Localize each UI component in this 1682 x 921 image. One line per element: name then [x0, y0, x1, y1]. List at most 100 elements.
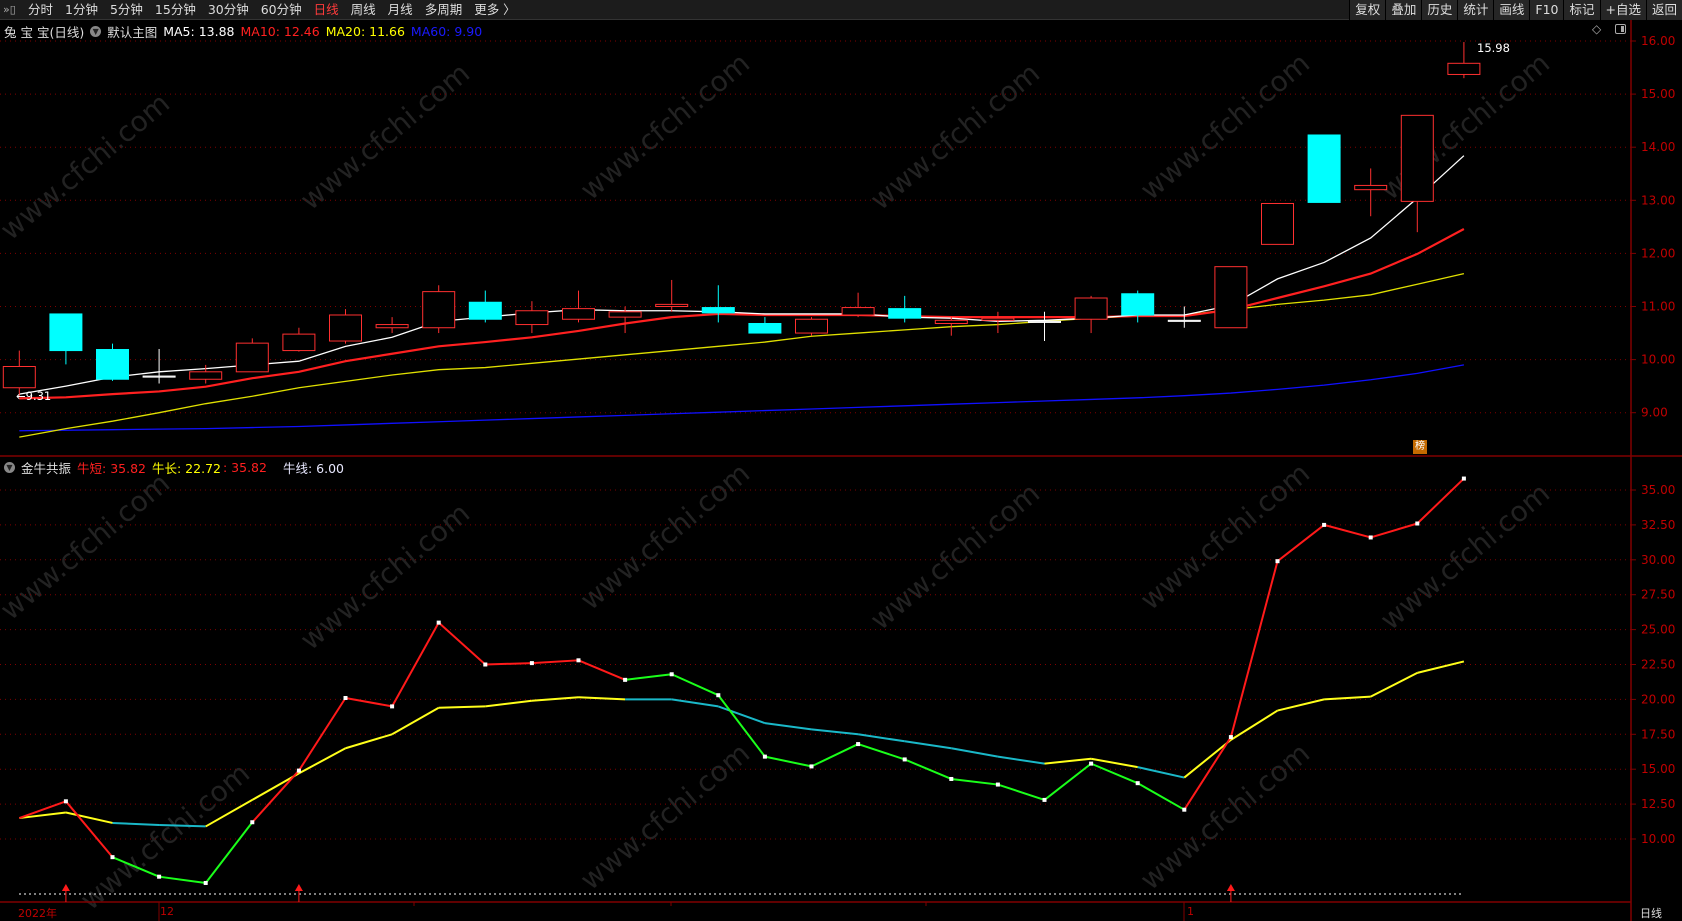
short-line-segment: [1229, 560, 1279, 738]
short-point-marker: [390, 704, 395, 709]
short-line-segment: [951, 777, 999, 786]
indicator-axis-label: 22.50: [1641, 658, 1675, 672]
short-point-marker: [157, 874, 162, 879]
long-line-segment: [811, 728, 859, 736]
candle-body: [608, 311, 642, 318]
candle-body: [1261, 202, 1294, 245]
indicator-axis-label: 17.50: [1641, 727, 1675, 741]
long-line-segment: [345, 733, 393, 750]
long-line-segment: [485, 699, 533, 708]
candle-body: [142, 375, 176, 378]
candle-body: [655, 303, 689, 308]
short-line-segment: [65, 800, 114, 858]
up-arrow-icon: [294, 884, 303, 891]
price-axis-label: 14.00: [1641, 140, 1675, 154]
long-line-segment: [671, 698, 719, 708]
date-label-jan: 1: [1187, 905, 1194, 918]
short-point-marker: [483, 662, 488, 667]
candle-body: [1447, 62, 1481, 75]
candle-body: [1028, 320, 1061, 323]
long-line-segment: [764, 722, 812, 731]
price-axis-label: 15.00: [1641, 87, 1675, 101]
candle-body: [795, 318, 828, 334]
long-line-segment: [438, 705, 486, 709]
price-axis-label: 16.00: [1641, 34, 1675, 48]
short-line-segment: [1276, 524, 1325, 562]
short-point-marker: [762, 754, 767, 759]
long-line-segment: [904, 740, 952, 750]
rank-badge[interactable]: 榜: [1413, 440, 1427, 454]
candle-body: [1354, 184, 1388, 191]
short-line-segment: [531, 659, 579, 665]
short-point-marker: [296, 768, 301, 773]
up-arrow-icon: [1226, 884, 1235, 891]
price-axis-label: 13.00: [1641, 193, 1675, 207]
high-price-label: 15.98: [1477, 41, 1510, 55]
short-line-segment: [764, 755, 812, 768]
candle-body: [1167, 319, 1201, 322]
short-point-marker: [343, 696, 348, 701]
candle-body: [1307, 134, 1341, 203]
short-line-segment: [671, 673, 719, 697]
indicator-axis-label: 15.00: [1641, 762, 1675, 776]
candle-body: [562, 308, 595, 320]
short-point-marker: [1228, 735, 1233, 740]
long-line-segment: [1044, 757, 1092, 765]
candle-body: [748, 322, 782, 334]
candle-body: [934, 319, 968, 324]
price-axis-label: 9.00: [1641, 406, 1668, 420]
long-line-segment: [717, 705, 766, 725]
indicator-axis-label: 12.50: [1641, 797, 1675, 811]
long-line-segment: [159, 824, 206, 828]
long-line-segment: [857, 733, 905, 743]
up-arrow-icon: [61, 884, 70, 891]
short-line-segment: [112, 856, 160, 878]
period-label[interactable]: 日线: [1640, 905, 1662, 921]
candle-body: [375, 324, 409, 329]
short-point-marker: [576, 658, 581, 663]
candle-body: [888, 308, 922, 319]
short-line-segment: [485, 662, 532, 666]
long-line-segment: [531, 696, 579, 702]
short-point-marker: [436, 620, 441, 625]
short-point-marker: [809, 764, 814, 769]
indicator-axis-label: 20.00: [1641, 692, 1675, 706]
candle-body: [468, 301, 502, 320]
candle-body: [2, 366, 36, 389]
short-line-segment: [391, 622, 440, 707]
short-point-marker: [902, 757, 907, 762]
short-line-segment: [438, 621, 486, 666]
short-point-marker: [529, 661, 534, 666]
kline-chart[interactable]: 16.00 15.00 14.00 13.00 12.00 11.00 10.00 9.00 3…: [0, 0, 1682, 921]
short-line-segment: [1043, 762, 1092, 801]
indicator-axis-label: 25.00: [1641, 623, 1675, 637]
short-point-marker: [1368, 535, 1373, 540]
long-line-segment: [205, 799, 253, 828]
short-line-segment: [1323, 523, 1371, 539]
candle-body: [49, 313, 83, 352]
long-line-segment: [1370, 671, 1418, 698]
short-line-segment: [997, 783, 1045, 801]
indicator-axis-label: 10.00: [1641, 832, 1675, 846]
long-line-segment: [112, 821, 160, 827]
short-line-segment: [1370, 522, 1418, 539]
long-line-segment: [1137, 766, 1185, 779]
short-point-marker: [949, 776, 954, 781]
short-line-segment: [717, 694, 766, 758]
short-line-segment: [904, 758, 952, 780]
short-point-marker: [1182, 807, 1187, 812]
candle-body: [701, 307, 735, 314]
indicator-axis-label: 30.00: [1641, 553, 1675, 567]
short-point-marker: [203, 880, 208, 885]
short-point-marker: [995, 782, 1000, 787]
long-line-segment: [1417, 660, 1465, 674]
long-line-segment: [1324, 695, 1371, 701]
ma60-line: [19, 364, 1465, 432]
short-point-marker: [1415, 521, 1420, 526]
indicator-axis-label: 35.00: [1641, 483, 1675, 497]
candle-body: [422, 291, 456, 329]
long-line-segment: [1277, 698, 1325, 712]
candle-body: [96, 349, 129, 380]
short-line-segment: [1137, 782, 1185, 811]
short-line-segment: [811, 743, 859, 768]
